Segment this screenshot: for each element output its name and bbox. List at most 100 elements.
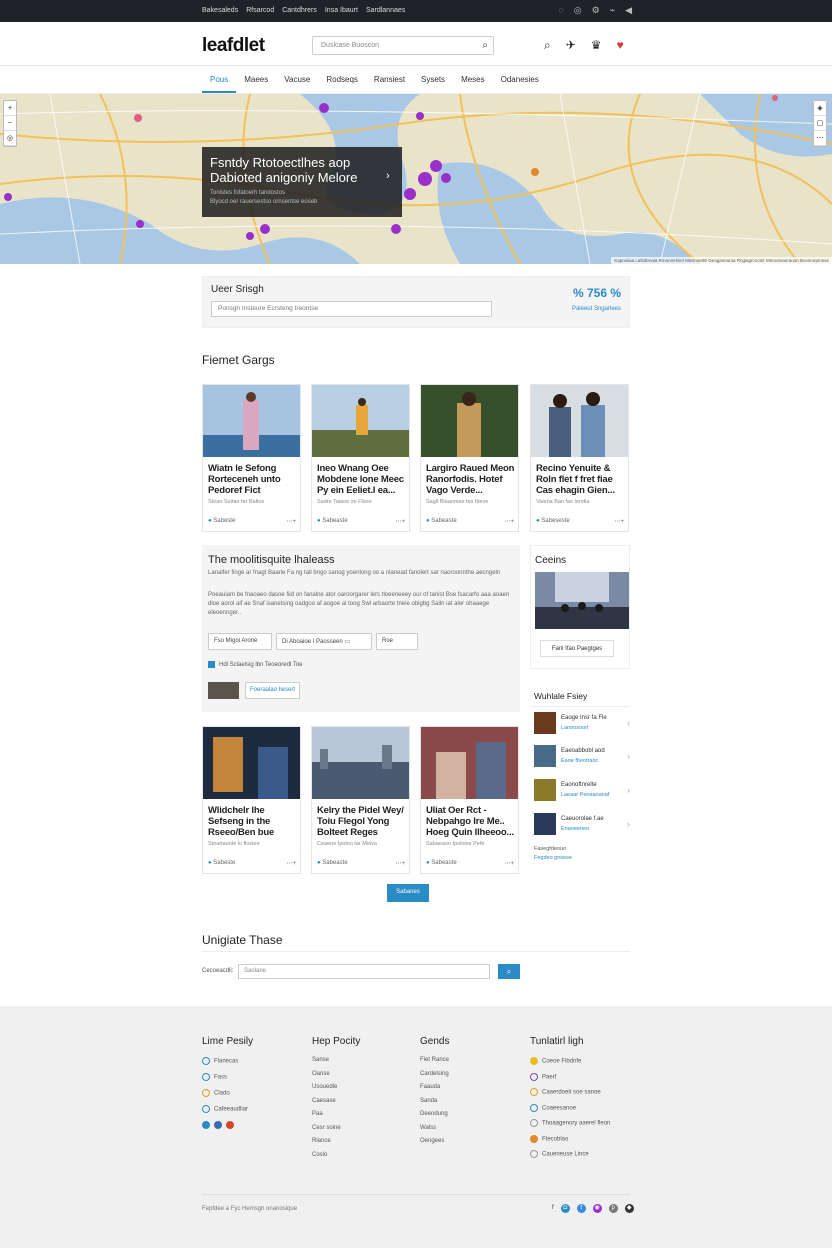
card-title[interactable]: Largiro Raued Meon Ranorfodis. Hotef Vag… (426, 463, 516, 496)
user-search-input[interactable]: Ponsgh Insteure Ecrsteng Ireontse (211, 301, 492, 317)
chevron-right-icon[interactable]: › (627, 751, 630, 761)
card-title[interactable]: Ineo Wnang Oee Mobdene lone Meec Py ein … (317, 463, 407, 496)
card-title[interactable]: Kelry the Pidel Wey/ Toiu Flegol Yong Bo… (317, 805, 407, 838)
zoom-in-icon[interactable]: + (4, 101, 16, 116)
nav-tab[interactable]: Pous (202, 66, 237, 93)
feature-button[interactable]: Foeraalao Iiesert (245, 682, 301, 699)
footer-link[interactable]: Cafeeaudliar (202, 1105, 253, 1121)
footer-link[interactable]: Oengees (420, 1138, 449, 1152)
filter-checkbox[interactable]: Hdl Sclaelsig lbn Teoeoredl Toe (208, 661, 303, 668)
share-icon[interactable]: ⋯+ (504, 860, 514, 867)
footer-link[interactable]: Fass (202, 1073, 253, 1089)
footer-link[interactable]: Walss (420, 1125, 449, 1139)
list-item-link[interactable]: Lanoosoort (561, 725, 589, 731)
footer-link[interactable]: Caaerdoeit soe sanoe (530, 1088, 610, 1104)
github-icon[interactable]: ◆ (624, 1204, 634, 1213)
nav-tab[interactable]: Vacuse (276, 66, 318, 93)
footer-link[interactable]: Thoaagenory aaerel fleon (530, 1119, 610, 1135)
crown-icon[interactable]: ♛ (591, 38, 602, 53)
measure-icon[interactable]: ⋯ (814, 131, 826, 146)
top-link[interactable]: Insa Ibaurt (325, 7, 358, 14)
share-icon[interactable]: ⋯+ (614, 518, 624, 525)
list-item[interactable]: Eaeoabbobl aod Eaoe fbeotraoc › (534, 745, 630, 771)
top-link[interactable]: Rfsarcod (246, 7, 274, 14)
chevron-right-icon[interactable]: › (627, 785, 630, 795)
footer-link[interactable]: Sanda (420, 1098, 449, 1112)
footer-link[interactable]: Coaeesanoe (530, 1103, 610, 1120)
bell-icon[interactable]: ⌁ (610, 5, 615, 16)
nav-tab[interactable]: Ransiest (366, 66, 413, 93)
nav-tab[interactable]: Maees (236, 66, 276, 93)
list-item[interactable]: Eaoge Insr fa Fle Lanoosoort › (534, 712, 630, 738)
footer-link[interactable]: Paerf (530, 1072, 610, 1089)
footer-link[interactable]: Fiet Rance (420, 1057, 449, 1071)
facebook-icon[interactable] (202, 1121, 210, 1129)
checkbox-icon[interactable] (208, 661, 215, 668)
article-card[interactable]: Recino Yenuite & Roln flet f fret fiae C… (530, 384, 629, 532)
load-more-button[interactable]: Sabanes (387, 884, 429, 902)
pinterest-icon[interactable]: p (608, 1204, 618, 1213)
footer-link[interactable]: Paa (312, 1111, 360, 1125)
card-title[interactable]: Recino Yenuite & Roln flet f fret fiae C… (536, 463, 626, 496)
sidebar-button[interactable]: Fani Ifao Paegtges (540, 640, 614, 657)
arrow-right-icon[interactable]: › (386, 170, 390, 182)
facebook-icon[interactable]: f (552, 1204, 554, 1213)
article-card[interactable]: Uliat Oer Rct - Nebpahgo Ire Me.. Hoeg Q… (420, 726, 519, 874)
layers-icon[interactable]: ◈ (814, 101, 826, 116)
chevron-right-icon[interactable]: › (627, 819, 630, 829)
list-item-link[interactable]: Enaoeeneo (561, 826, 589, 832)
share-icon[interactable]: ⋯+ (395, 518, 405, 525)
list-item[interactable]: Caeuorolae f.ae Enaoeeneo › (534, 813, 630, 839)
update-input[interactable]: Saolane (238, 964, 490, 979)
article-card[interactable]: Kelry the Pidel Wey/ Toiu Flegol Yong Bo… (311, 726, 410, 874)
twitter-icon[interactable]: t (576, 1204, 586, 1213)
podcast-icon[interactable]: ◉ (592, 1204, 602, 1213)
footer-link[interactable]: Ftecoblao (530, 1134, 610, 1151)
stat-link[interactable]: Paleeut Sngarlees (572, 306, 621, 312)
fullscreen-icon[interactable]: ▢ (814, 116, 826, 131)
footer-link[interactable]: Cardelsing (420, 1071, 449, 1085)
footer-link[interactable]: Caueneuse Lince (530, 1150, 610, 1166)
footer-link[interactable]: Coeoe Fibdnfe (530, 1057, 610, 1073)
nav-tab[interactable]: Rodseqs (318, 66, 366, 93)
list-item[interactable]: Eaonoftnrelte Laeaar Penaaoanaf › (534, 779, 630, 805)
card-title[interactable]: Wiatn le Sefong Rorteceneh unto Pedoref … (208, 463, 298, 496)
footer-link[interactable]: Flanecas (202, 1057, 253, 1073)
map-zoom-controls[interactable]: + − ◎ (3, 100, 17, 147)
footer-link[interactable]: Caesase (312, 1098, 360, 1112)
filter-select[interactable]: Roe (376, 633, 418, 650)
article-card[interactable]: Largiro Raued Meon Ranorfodis. Hotef Vag… (420, 384, 519, 532)
user-icon[interactable]: ◌ (558, 5, 563, 16)
search-icon[interactable]: ⌕ (482, 40, 488, 51)
nav-tab[interactable]: Sysets (413, 66, 453, 93)
audio-icon[interactable]: ◀ (625, 5, 632, 16)
whole-footer-link[interactable]: Fegdeo gnsese (534, 855, 572, 861)
instagram-icon[interactable]: ◘ (560, 1204, 570, 1213)
google-icon[interactable] (226, 1121, 234, 1129)
footer-link[interactable]: Usouedle (312, 1084, 360, 1098)
footer-link[interactable]: Cesr soine (312, 1125, 360, 1139)
footer-link[interactable]: Deendung (420, 1111, 449, 1125)
filter-select[interactable]: Di Aboaioe I Paosseen ▭ (276, 633, 372, 650)
zoom-out-icon[interactable]: − (4, 116, 16, 131)
footer-link[interactable]: Clado (202, 1089, 253, 1105)
share-icon[interactable]: ⋯+ (395, 860, 405, 867)
search-input[interactable]: Duslcase Buoscon ⌕ (312, 36, 494, 55)
card-title[interactable]: Wlidchelr lhe Sefseng in the Rseeo/Ben b… (208, 805, 298, 838)
footer-link[interactable]: Oanse (312, 1071, 360, 1085)
card-title[interactable]: Uliat Oer Rct - Nebpahgo Ire Me.. Hoeg Q… (426, 805, 516, 838)
article-card[interactable]: Wiatn le Sefong Rorteceneh unto Pedoref … (202, 384, 301, 532)
search-icon[interactable]: ⌕ (544, 38, 551, 53)
map-layer-controls[interactable]: ◈ ▢ ⋯ (813, 100, 827, 147)
list-item-link[interactable]: Eaoe fbeotraoc (561, 758, 598, 764)
share-icon[interactable]: ⋯+ (286, 518, 296, 525)
footer-link[interactable]: Sanse (312, 1057, 360, 1071)
share-icon[interactable]: ⋯+ (286, 860, 296, 867)
footer-link[interactable]: Faauda (420, 1084, 449, 1098)
heart-icon[interactable]: ♥ (617, 38, 624, 53)
nav-tab[interactable]: Meses (453, 66, 493, 93)
update-submit-button[interactable]: ⌕ (498, 964, 520, 979)
top-link[interactable]: Bakesaleds (202, 7, 238, 14)
article-card[interactable]: Wlidchelr lhe Sefseng in the Rseeo/Ben b… (202, 726, 301, 874)
list-item-link[interactable]: Laeaar Penaaoanaf (561, 792, 609, 798)
